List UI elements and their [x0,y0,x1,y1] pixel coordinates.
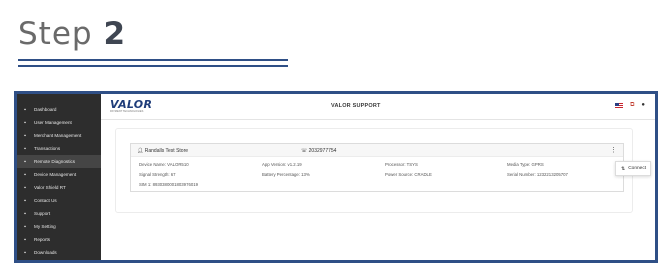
sidebar-item-device-management[interactable]: ▪ Device Management [17,168,101,181]
reports-icon: ▪ [24,236,26,243]
step-heading: Step 2 [18,14,126,54]
sidebar-item-user-management[interactable]: ▪ User Management [17,116,101,129]
sidebar-item-remote-diagnostics[interactable]: ▪ Remote Diagnostics [17,155,101,168]
sidebar-item-label: Downloads [34,250,57,255]
signal-strength: Signal Strength: 67 [139,172,176,177]
contact-icon: ▪ [24,197,26,204]
device-icon: ▪ [24,171,26,178]
sidebar-item-transactions[interactable]: ▪ Transactions [17,142,101,155]
store-name: 👤︎ Randalls Test Store [137,148,188,154]
sidebar-item-label: Transactions [34,146,61,151]
user-account-icon[interactable]: ● [641,102,645,108]
users-icon: ▪ [24,119,26,126]
sidebar-item-support[interactable]: ▪ Support [17,207,101,220]
heading-underline-1 [18,59,288,61]
store-name-text: Randalls Test Store [144,148,189,154]
phone-text: 2032977754 [308,148,337,154]
sidebar-item-valor-shield[interactable]: ▪ Valor Shield RT [17,181,101,194]
sidebar-item-contact-us[interactable]: ▪ Contact Us [17,194,101,207]
step-word: Step [18,16,93,52]
top-bar: VALOR PAYMENT TECHNOLOGIES VALOR SUPPORT… [101,94,655,120]
sidebar-item-label: Merchant Management [34,133,82,138]
phone-icon: ☏ [301,148,308,154]
kebab-menu-icon[interactable]: ⋮ [610,146,617,154]
device-card-header: 👤︎ Randalls Test Store ☏ 2032977754 ⋮ [131,144,623,157]
serial-number: Serial Number: 1232213205707 [507,172,568,177]
sidebar-item-my-setting[interactable]: ▪ My Setting [17,220,101,233]
sidebar-item-label: Reports [34,237,51,242]
screenshot-frame: ▪ Dashboard ▪ User Management ▪ Merchant… [14,91,658,263]
grid-icon: ▪ [24,106,26,113]
sidebar-item-label: Dashboard [34,107,57,112]
external-link-icon[interactable]: ⧉ [630,102,634,108]
sidebar-item-label: Valor Shield RT [34,185,66,190]
top-icons: ⧉ ● [615,102,645,108]
chart-icon: ▪ [24,145,26,152]
download-icon: ▪ [24,249,26,256]
diagnostics-panel: 👤︎ Randalls Test Store ☏ 2032977754 ⋮ De… [115,128,633,213]
battery-percentage: Battery Percentage: 13% [262,172,310,177]
settings-icon: ▪ [24,223,26,230]
device-name: Device Name: VALOR510 [139,162,189,167]
sidebar-item-label: Support [34,211,51,216]
sidebar-item-label: User Management [34,120,72,125]
sidebar-item-merchant-management[interactable]: ▪ Merchant Management [17,129,101,142]
processor: Processor: TSYS [385,162,418,167]
connect-menu-item[interactable]: ⇅ Connect [615,161,651,176]
app-version: App Version: v1.2.19 [262,162,302,167]
connect-label: Connect [628,166,647,171]
sidebar-item-downloads[interactable]: ▪ Downloads [17,246,101,259]
logo-subtext: PAYMENT TECHNOLOGIES [110,110,144,113]
device-card: 👤︎ Randalls Test Store ☏ 2032977754 ⋮ De… [130,143,624,192]
sim-number: SIM 1: 8930380001803976019 [139,182,199,187]
sidebar-item-label: Device Management [34,172,77,177]
heading-underline-2 [18,65,288,67]
person-icon: 👤︎ [137,148,144,154]
shield-icon: ▪ [24,184,26,191]
sidebar-item-label: Contact Us [34,198,57,203]
sidebar-item-label: Remote Diagnostics [34,159,76,164]
step-number: 2 [103,16,127,52]
sidebar-item-label: My Setting [34,224,56,229]
us-flag-icon[interactable] [615,102,624,108]
phone-number: ☏ 2032977754 [301,148,336,154]
sidebar: ▪ Dashboard ▪ User Management ▪ Merchant… [17,94,101,260]
sidebar-item-dashboard[interactable]: ▪ Dashboard [17,103,101,116]
power-source: Power Source: CRADLE [385,172,432,177]
connect-icon: ⇅ [621,165,626,172]
store-icon: ▪ [24,132,26,139]
media-type: Media Type: GPRS [507,162,544,167]
support-icon: ▪ [24,210,26,217]
sidebar-item-reports[interactable]: ▪ Reports [17,233,101,246]
page-title: VALOR SUPPORT [331,103,381,109]
monitor-icon: ▪ [24,158,26,165]
